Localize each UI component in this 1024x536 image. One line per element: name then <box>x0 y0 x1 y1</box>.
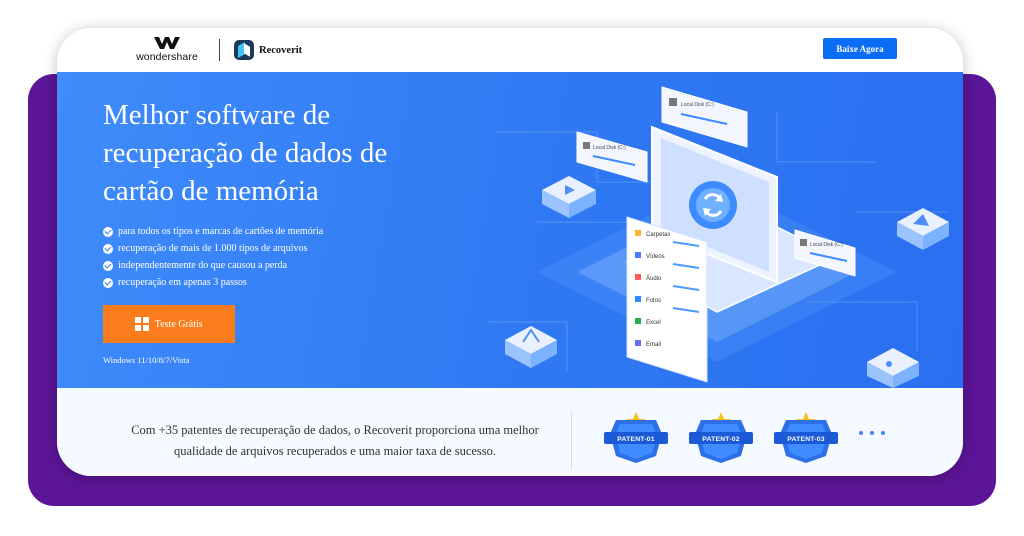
patent-badge-label: PATENT-03 <box>787 436 825 443</box>
file-type-label: Excel <box>646 320 661 326</box>
feature-text: recuperação de mais de 1.000 tipos de ar… <box>118 243 308 254</box>
wondershare-logo-text: wondershare <box>136 51 198 63</box>
os-compatibility-note: Windows 11/10/8/7/Vista <box>103 355 190 365</box>
feature-item: recuperação de mais de 1.000 tipos de ar… <box>103 240 323 257</box>
wondershare-logo-icon <box>154 37 180 49</box>
patent-badge: PATENT-02 <box>687 410 755 464</box>
download-now-button[interactable]: Baixe Agora <box>823 38 897 59</box>
patent-badges: PATENT-01 PATENT-02 PATENT-03 <box>602 410 840 464</box>
file-type-label: Áudio <box>646 275 662 282</box>
patent-badge: PATENT-01 <box>602 410 670 464</box>
feature-text: para todos os tipos e marcas de cartões … <box>118 226 324 237</box>
patent-badge-label: PATENT-02 <box>702 436 740 443</box>
floating-cube-video <box>542 176 596 218</box>
feature-item: para todos os tipos e marcas de cartões … <box>103 223 323 240</box>
floating-cube-image <box>897 208 949 250</box>
drive-card: Local Disk (C:) <box>576 131 648 183</box>
logo-divider <box>219 39 220 61</box>
file-type-label: Vídeos <box>646 254 665 260</box>
check-circle-icon <box>103 260 113 271</box>
file-type-label: Fotos <box>646 298 661 304</box>
drive-card-label: Local Disk (C:) <box>593 145 626 151</box>
check-circle-icon <box>103 243 113 254</box>
patent-badge: PATENT-03 <box>772 410 840 464</box>
more-patents-icon[interactable] <box>859 431 885 435</box>
feature-text: recuperação em apenas 3 passos <box>118 277 247 288</box>
feature-item: recuperação em apenas 3 passos <box>103 274 323 291</box>
check-circle-icon <box>103 226 113 237</box>
drive-card-label: Local Disk (C:) <box>810 242 843 248</box>
file-type-panel: Carpetas Vídeos Áudio Fotos Excel Email <box>626 216 708 383</box>
top-nav: wondershare Recoverit Baixe Agora <box>57 28 963 72</box>
recoverit-icon <box>234 40 254 60</box>
feature-text: independentemente do que causou a perda <box>118 260 288 271</box>
hero-section: Melhor software de recuperação de dados … <box>57 72 963 388</box>
check-circle-icon <box>103 277 113 288</box>
hero-title: Melhor software de recuperação de dados … <box>103 99 388 207</box>
recovery-illustration: Carpetas Vídeos Áudio Fotos Excel Email <box>487 86 949 388</box>
floating-cube-document <box>505 326 557 368</box>
patent-description: Com +35 patentes de recuperação de dados… <box>131 423 539 458</box>
recoverit-logo-text: Recoverit <box>259 44 303 56</box>
feature-item: independentemente do que causou a perda <box>103 257 323 274</box>
wondershare-logo[interactable]: wondershare <box>131 36 203 66</box>
file-type-label: Carpetas <box>646 232 670 238</box>
sync-icon <box>689 181 737 229</box>
free-trial-label: Teste Grátis <box>154 318 203 330</box>
free-trial-button[interactable]: Teste Grátis <box>103 305 235 343</box>
page: wondershare Recoverit Baixe Agora Melhor… <box>0 0 1024 536</box>
section-divider <box>571 412 572 470</box>
drive-card-label: Local Disk (C:) <box>681 102 714 108</box>
windows-icon <box>135 317 149 331</box>
patent-badge-label: PATENT-01 <box>617 436 655 443</box>
patent-section: Com +35 patentes de recuperação de dados… <box>57 388 963 476</box>
file-type-label: Email <box>646 342 661 348</box>
recoverit-logo[interactable]: Recoverit <box>234 40 302 60</box>
floating-cube-audio <box>867 348 919 388</box>
browser-window: wondershare Recoverit Baixe Agora Melhor… <box>57 28 963 476</box>
feature-list: para todos os tipos e marcas de cartões … <box>103 223 323 291</box>
